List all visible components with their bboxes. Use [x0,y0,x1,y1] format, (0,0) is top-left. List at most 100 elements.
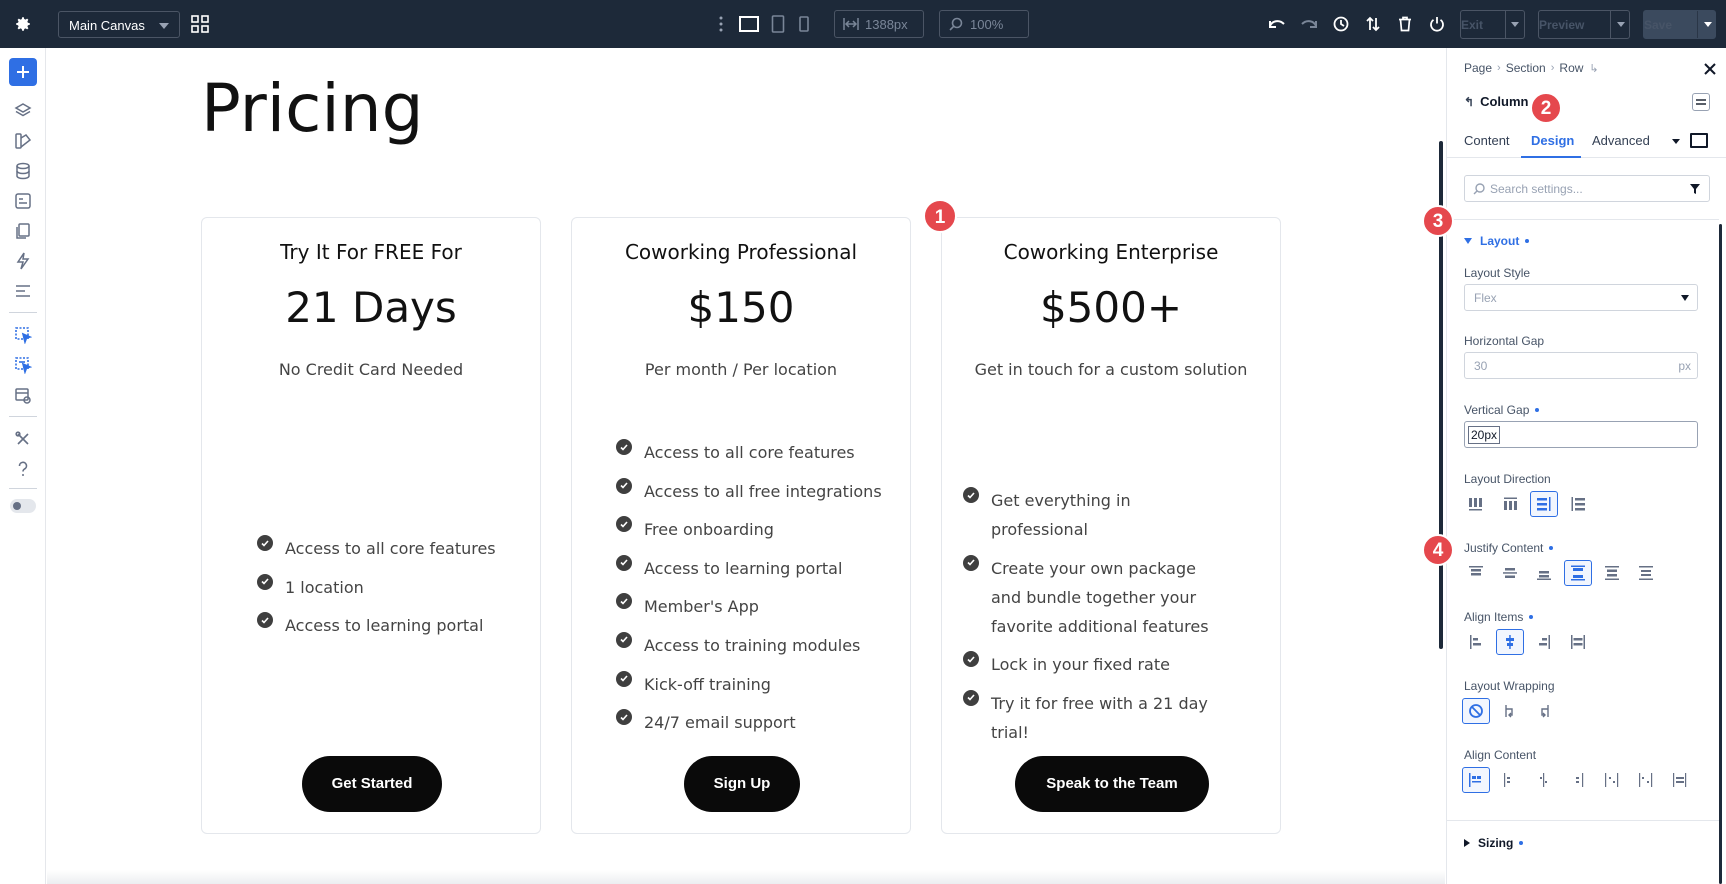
undo-icon[interactable] [1267,14,1287,34]
top-toolbar: Main Canvas 1388px 100% Exit Preview Sav… [0,0,1726,48]
chevron-down-icon [1681,295,1689,301]
align-content-stretch-icon[interactable] [1666,767,1694,793]
justify-start-icon[interactable] [1462,560,1490,586]
module-box-icon[interactable] [12,190,34,212]
horizontal-gap-label: Horizontal Gap [1464,334,1545,348]
divider [1505,11,1506,38]
direction-column-icon[interactable] [1530,491,1558,517]
redo-icon[interactable] [1299,14,1319,34]
breadcrumb-section[interactable]: Section [1506,61,1546,75]
tab-content[interactable]: Content [1464,133,1510,148]
align-content-start-icon[interactable] [1462,767,1490,793]
form-lines-icon[interactable] [12,280,34,302]
list-item: Access to training modules [616,631,884,660]
align-content-evenly-icon[interactable] [1632,767,1660,793]
phone-view-icon[interactable] [798,15,810,33]
template-settings-icon[interactable] [12,385,34,407]
justify-end-icon[interactable] [1530,560,1558,586]
zoom-field[interactable]: 100% [939,10,1029,38]
pages-copy-icon[interactable] [12,220,34,242]
save-button[interactable]: Save [1643,10,1716,39]
layout-section-toggle[interactable]: Layout [1464,234,1530,248]
direction-column-reverse-icon[interactable] [1564,491,1592,517]
trash-icon[interactable] [1395,14,1415,34]
settings-gear-icon[interactable] [11,12,35,36]
history-clock-icon[interactable] [1331,14,1351,34]
pricing-card-free[interactable]: Try It For FREE For 21 Days No Credit Ca… [201,217,541,834]
search-icon [949,17,963,31]
lightning-icon[interactable] [12,250,34,272]
sign-up-button[interactable]: Sign Up [684,756,800,812]
grid-view-icon[interactable] [190,14,210,34]
check-icon [616,709,632,726]
align-items-stretch-icon[interactable] [1564,629,1592,655]
justify-space-between-icon[interactable] [1564,560,1592,586]
wrap-icon[interactable] [1496,698,1524,724]
justify-space-around-icon[interactable] [1598,560,1626,586]
back-arrow-icon[interactable]: ↰ [1464,95,1474,109]
no-wrap-icon[interactable] [1462,698,1490,724]
get-started-button[interactable]: Get Started [302,756,442,812]
help-question-icon[interactable] [12,458,34,480]
chevron-down-icon [1511,22,1519,27]
mode-toggle[interactable] [10,499,36,513]
justify-space-evenly-icon[interactable] [1632,560,1660,586]
justify-center-icon[interactable] [1496,560,1524,586]
preview-frame-icon[interactable] [1690,133,1708,148]
horizontal-gap-input[interactable]: 30 px [1464,352,1698,379]
vertical-gap-input[interactable]: 20px [1464,421,1698,448]
preview-button[interactable]: Preview [1538,10,1630,39]
wrap-reverse-icon[interactable] [1530,698,1558,724]
align-items-center-icon[interactable] [1496,629,1524,655]
check-icon [616,554,632,571]
filter-icon[interactable] [1689,183,1701,195]
sliders-icon[interactable] [1692,93,1710,111]
tools-wrench-icon[interactable] [12,428,34,450]
direction-row-reverse-icon[interactable] [1496,491,1524,517]
align-items-start-icon[interactable] [1462,629,1490,655]
width-arrows-icon [843,18,859,30]
canvas-width-field[interactable]: 1388px [834,10,924,38]
add-element-button[interactable] [9,58,37,86]
breadcrumb-row[interactable]: Row [1559,61,1583,75]
tab-advanced[interactable]: Advanced [1592,133,1650,148]
close-icon[interactable] [1703,62,1717,76]
settings-panel: Page › Section › Row ↳ ↰ Column 2 Conten… [1422,48,1726,884]
feature-text: 24/7 email support [644,713,796,733]
align-content-between-icon[interactable] [1564,767,1592,793]
speak-to-team-button[interactable]: Speak to the Team [1015,756,1209,812]
database-icon[interactable] [12,160,34,182]
tab-design[interactable]: Design [1531,133,1574,148]
panel-scrollbar[interactable] [1719,224,1722,884]
breadcrumb-page[interactable]: Page [1464,61,1492,75]
layers-icon[interactable] [12,100,34,122]
more-vertical-icon[interactable] [718,14,724,39]
multi-select-icon[interactable] [12,354,34,376]
canvas-select[interactable]: Main Canvas [58,11,180,38]
align-items-end-icon[interactable] [1530,629,1558,655]
justify-content-label: Justify Content [1464,541,1554,555]
chevron-down-icon[interactable] [1672,139,1680,144]
sort-arrows-icon[interactable] [1363,14,1383,34]
layout-style-select[interactable]: Flex [1464,284,1698,311]
exit-button[interactable]: Exit [1460,10,1525,39]
align-content-end-icon[interactable] [1530,767,1558,793]
pricing-card-enterprise[interactable]: Coworking Enterprise $500+ Get in touch … [941,217,1281,834]
feature-text: Access to all free integrations [644,481,882,501]
pricing-card-professional[interactable]: Coworking Professional $150 Per month / … [571,217,911,834]
align-content-center-icon[interactable] [1496,767,1524,793]
sizing-section-toggle[interactable]: Sizing [1464,836,1524,850]
direction-row-icon[interactable] [1462,491,1490,517]
power-icon[interactable] [1427,14,1447,34]
search-placeholder: Search settings... [1490,182,1583,196]
desktop-view-icon[interactable] [739,15,759,33]
feature-text: Access to training modules [644,635,861,655]
select-cursor-icon[interactable] [12,324,34,346]
feature-list: Access to all core features Access to al… [616,438,884,747]
step-marker-1: 1 [923,199,957,233]
align-content-around-icon[interactable] [1598,767,1626,793]
design-brush-icon[interactable] [12,130,34,152]
check-icon [616,439,632,455]
tablet-view-icon[interactable] [771,15,785,33]
settings-search-input[interactable]: Search settings... [1464,175,1710,202]
